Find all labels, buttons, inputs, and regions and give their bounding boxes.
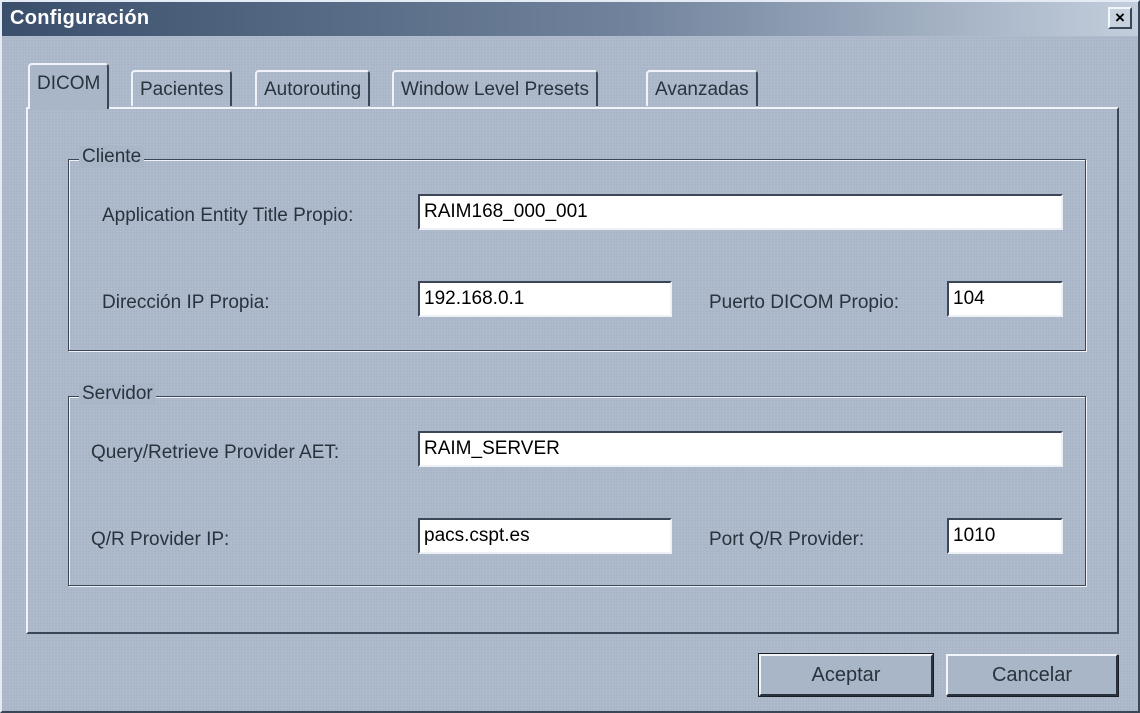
- server-port-label: Port Q/R Provider:: [709, 529, 865, 550]
- server-ip-label: Q/R Provider IP:: [91, 529, 230, 550]
- tab-dicom[interactable]: DICOM: [28, 63, 110, 109]
- tab-panel-dicom: Cliente Application Entity Title Propio:…: [26, 107, 1119, 634]
- client-port-input[interactable]: 104: [947, 281, 1063, 317]
- tab-pacientes[interactable]: Pacientes: [131, 70, 233, 106]
- server-aet-input[interactable]: RAIM_SERVER: [418, 431, 1063, 467]
- cancel-button[interactable]: Cancelar: [946, 654, 1118, 696]
- tab-avanzadas[interactable]: Avanzadas: [646, 70, 758, 106]
- client-aet-input[interactable]: RAIM168_000_001: [418, 194, 1063, 230]
- client-ip-input[interactable]: 192.168.0.1: [418, 281, 672, 317]
- group-cliente-legend: Cliente: [79, 146, 145, 168]
- server-aet-label: Query/Retrieve Provider AET:: [91, 442, 340, 463]
- group-cliente: Cliente Application Entity Title Propio:…: [68, 146, 1086, 351]
- title-bar[interactable]: Configuración ×: [2, 2, 1138, 36]
- client-port-label: Puerto DICOM Propio:: [709, 292, 900, 313]
- accept-button[interactable]: Aceptar: [758, 653, 934, 697]
- client-aet-label: Application Entity Title Propio:: [102, 205, 354, 226]
- close-icon[interactable]: ×: [1108, 7, 1132, 29]
- tab-autorouting[interactable]: Autorouting: [255, 70, 371, 106]
- server-ip-input[interactable]: pacs.cspt.es: [418, 518, 672, 554]
- configuration-dialog: Configuración × DICOM Pacientes Autorout…: [0, 0, 1140, 713]
- window-title: Configuración: [10, 7, 150, 29]
- group-servidor-legend: Servidor: [79, 383, 156, 405]
- group-servidor: Servidor Query/Retrieve Provider AET: RA…: [68, 383, 1086, 586]
- server-port-input[interactable]: 1010: [947, 518, 1063, 554]
- tab-window-level-presets[interactable]: Window Level Presets: [392, 70, 598, 106]
- client-ip-label: Dirección IP Propia:: [102, 292, 270, 313]
